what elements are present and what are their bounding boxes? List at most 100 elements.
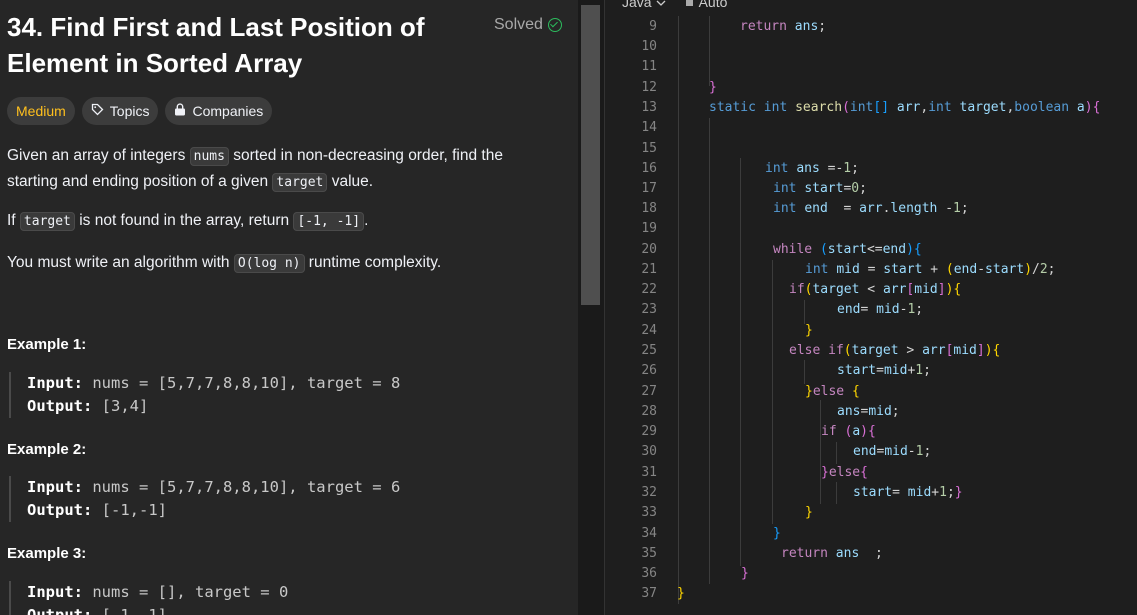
code-line[interactable]: 31}else{ [605,463,1137,483]
code-line[interactable]: 24} [605,321,1137,341]
line-number: 23 [641,302,657,317]
code-line[interactable]: 21 int mid = start + (end-start)/2; [605,260,1137,280]
output-value: [3,4] [92,397,149,415]
tag-row: Medium Topics Companies [7,97,273,125]
code-line[interactable]: 11 [605,57,1137,77]
line-content: } [741,566,749,581]
code-line[interactable]: 10 [605,37,1137,57]
tok: target [959,100,1007,115]
tok: = [843,201,852,216]
code-line[interactable]: 29 if (a){ [605,422,1137,442]
description-scrollbar[interactable] [581,5,600,305]
topics-button[interactable]: Topics [81,97,159,125]
code-line[interactable]: 26 start=mid+1; [605,361,1137,381]
problem-description-panel: 34. Find First and Last Position of Elem… [0,0,578,615]
inline-code: nums [189,147,229,166]
auto-mode-toggle[interactable]: Auto [685,0,728,10]
line-number: 36 [641,566,657,581]
tok: ; [851,161,859,176]
code-line[interactable]: 25 else if(target > arr[mid]){ [605,341,1137,361]
line-content: } [709,80,717,95]
tok: = [876,363,884,378]
line-number: 10 [641,39,657,54]
code-line[interactable]: 23 end= mid-1; [605,300,1137,320]
code-line[interactable]: 22 if(target < arr[mid]){ [605,280,1137,300]
tok: ans [835,546,860,561]
tok: ans [786,19,819,34]
line-content: } [677,586,685,601]
tok: 2 [1039,262,1048,277]
code-line[interactable]: 30 end=mid-1; [605,442,1137,462]
tok: end [837,302,861,317]
code-editor[interactable]: Java Auto 9 return ans; 10 11 12} 13 stati… [605,0,1137,615]
line-number: 21 [641,262,657,277]
line-number: 12 [641,80,657,95]
tok: + [930,262,939,277]
tok: ; [923,363,931,378]
code-line[interactable]: 34} [605,524,1137,544]
example-3-input: Input: nums = [], target = 0 [27,581,547,604]
tok: if [821,424,837,439]
tok: else [812,384,845,399]
code-line[interactable]: 33} [605,503,1137,523]
text: . [364,212,369,229]
code-line[interactable]: 9 return ans; [605,17,1137,37]
code-line[interactable]: 19 [605,219,1137,239]
code-line[interactable]: 20 while (start<=end){ [605,240,1137,260]
tok: { [851,384,860,399]
kw: return [740,19,787,34]
tok: ( [819,242,828,257]
tok: arr [896,100,921,115]
tok: search [795,100,843,115]
tok: ; [818,19,827,34]
tok: ; [923,444,932,459]
code-line[interactable]: 35 return ans ; [605,544,1137,564]
code-line[interactable]: 27}else { [605,382,1137,402]
text: runtime complexity. [304,254,442,271]
example-3-title: Example 3: [7,545,87,562]
tok: target [851,343,899,358]
text: You must write an algorithm with [7,254,234,271]
output-value: [-1,-1] [92,501,167,519]
auto-label: Auto [698,0,728,10]
line-content: while (start<=end){ [773,240,922,260]
auto-icon [685,0,693,6]
code-line[interactable]: 36} [605,564,1137,584]
code-line[interactable]: 37} [605,584,1137,604]
code-line[interactable]: 13 static int search(int[] arr,int target… [605,98,1137,118]
tok: { [860,465,868,480]
code-line[interactable]: 12} [605,78,1137,98]
code-line[interactable]: 28 ans=mid; [605,402,1137,422]
code-line[interactable]: 32 start= mid+1;} [605,483,1137,503]
line-content: } [805,323,813,338]
example-2-title: Example 2: [7,441,87,458]
tok: return [781,546,828,561]
tok: mid [876,302,900,317]
solved-status: Solved [494,16,562,34]
problem-statement-p3: You must write an algorithm with O(log n… [7,250,547,276]
tok: [] [873,100,890,115]
line-number: 25 [641,343,657,358]
code-line[interactable]: 16 int ans =-1; [605,159,1137,179]
language-select[interactable]: Java [622,0,666,10]
line-number: 34 [641,526,657,541]
companies-button[interactable]: Companies [165,97,273,125]
line-content: else if(target > arr[mid]){ [789,341,1000,361]
line-content: }else { [805,382,860,402]
code-line[interactable]: 17 int start=0; [605,179,1137,199]
problem-statement-p2: If target is not found in the array, ret… [7,208,547,234]
code-line[interactable]: 15 [605,139,1137,159]
example-3-block: Input: nums = [], target = 0 Output: [-1… [9,581,547,615]
line-number: 18 [641,201,657,216]
tok: end [804,201,828,216]
panel-splitter[interactable] [578,0,605,615]
line-number: 20 [641,242,657,257]
tok: ; [874,546,883,561]
line-content: return ans ; [781,544,883,564]
code-line[interactable]: 14 [605,118,1137,138]
code-line[interactable]: 18 int end = arr.length -1; [605,199,1137,219]
line-content: end= mid-1; [837,300,923,320]
tok: ; [946,485,955,500]
tok: ( [842,100,850,115]
difficulty-badge[interactable]: Medium [7,97,75,125]
